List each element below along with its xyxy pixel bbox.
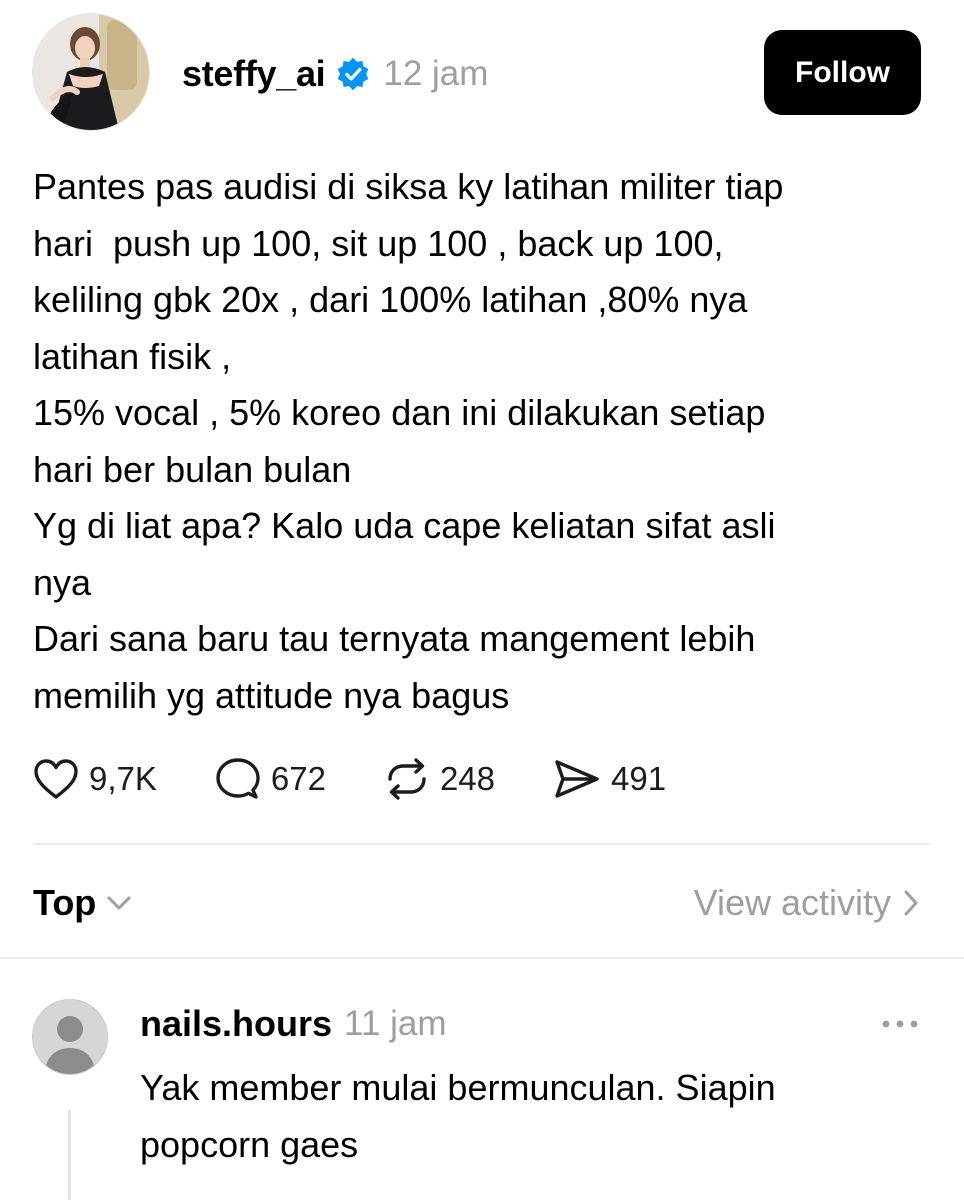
post-text-line: Dari sana baru tau ternyata mangement le… [33, 618, 756, 659]
thread-line [68, 1110, 71, 1200]
reply-count: 672 [270, 760, 326, 797]
post-text-line: hari ber bulan bulan [33, 448, 352, 490]
post-text-line: latihan fisik , [33, 335, 232, 377]
post-text-line: Yg di liat apa? Kalo uda cape keliatan s… [33, 505, 776, 546]
reply-text-line: popcorn gaes [140, 1123, 359, 1165]
author-username[interactable]: steffy_ai [182, 53, 326, 95]
more-icon[interactable] [878, 1010, 922, 1038]
sort-dropdown[interactable]: Top [33, 876, 132, 930]
divider [33, 843, 931, 845]
chevron-right-icon [904, 890, 918, 916]
reply-avatar[interactable] [33, 1000, 107, 1074]
comment-icon [216, 758, 260, 799]
chevron-down-icon [107, 896, 131, 910]
post-text-line: hari push up 100, sit up 100 , back up 1… [33, 222, 724, 264]
post-text-line: 15% vocal , 5% koreo dan ini dilakukan s… [33, 392, 766, 433]
sort-label: Top [33, 882, 97, 923]
repost-button[interactable]: 248 [384, 757, 495, 801]
author-avatar[interactable] [33, 14, 149, 130]
reply-timestamp: 11 jam [344, 1004, 447, 1043]
post-text-line: nya [33, 561, 92, 603]
reply-button[interactable]: 672 [215, 757, 326, 801]
verified-badge-icon [338, 57, 369, 91]
like-button[interactable]: 9,7K [33, 758, 157, 800]
like-count: 9,7K [89, 760, 157, 797]
reply-text: Yak member mulai bermunculan. Siapin pop… [140, 1060, 920, 1173]
share-button[interactable]: 491 [553, 758, 666, 800]
view-activity-label: View activity [693, 882, 891, 923]
reply-username[interactable]: nails.hours [140, 1003, 332, 1045]
post-text-line: memilih yg attitude nya bagus [33, 674, 510, 716]
avatar-photo [33, 14, 149, 130]
repost-icon [388, 758, 426, 800]
view-activity-link[interactable]: View activity [694, 876, 919, 930]
divider [0, 957, 964, 959]
author-row: steffy_ai 12 jam [182, 50, 488, 98]
reply-header: nails.hours 11 jam [140, 1000, 447, 1048]
thread-page: steffy_ai 12 jam Follow Pantes pas audis… [0, 0, 964, 1200]
post-actions: 9,7K 672 248 491 [33, 752, 724, 806]
repost-count: 248 [439, 760, 496, 797]
heart-icon [34, 759, 78, 799]
post-text-line: Pantes pas audisi di siksa ky latihan mi… [33, 166, 784, 207]
post-text-line: keliling gbk 20x , dari 100% latihan ,80… [33, 279, 748, 320]
share-count: 491 [611, 760, 667, 797]
reply-text-line: Yak member mulai bermunculan. Siapin [140, 1067, 776, 1108]
default-avatar-icon [33, 1000, 107, 1074]
share-icon [555, 760, 599, 798]
follow-button[interactable]: Follow [764, 30, 921, 115]
post-timestamp: 12 jam [383, 54, 489, 93]
post-text: Pantes pas audisi di siksa ky latihan mi… [33, 159, 913, 724]
